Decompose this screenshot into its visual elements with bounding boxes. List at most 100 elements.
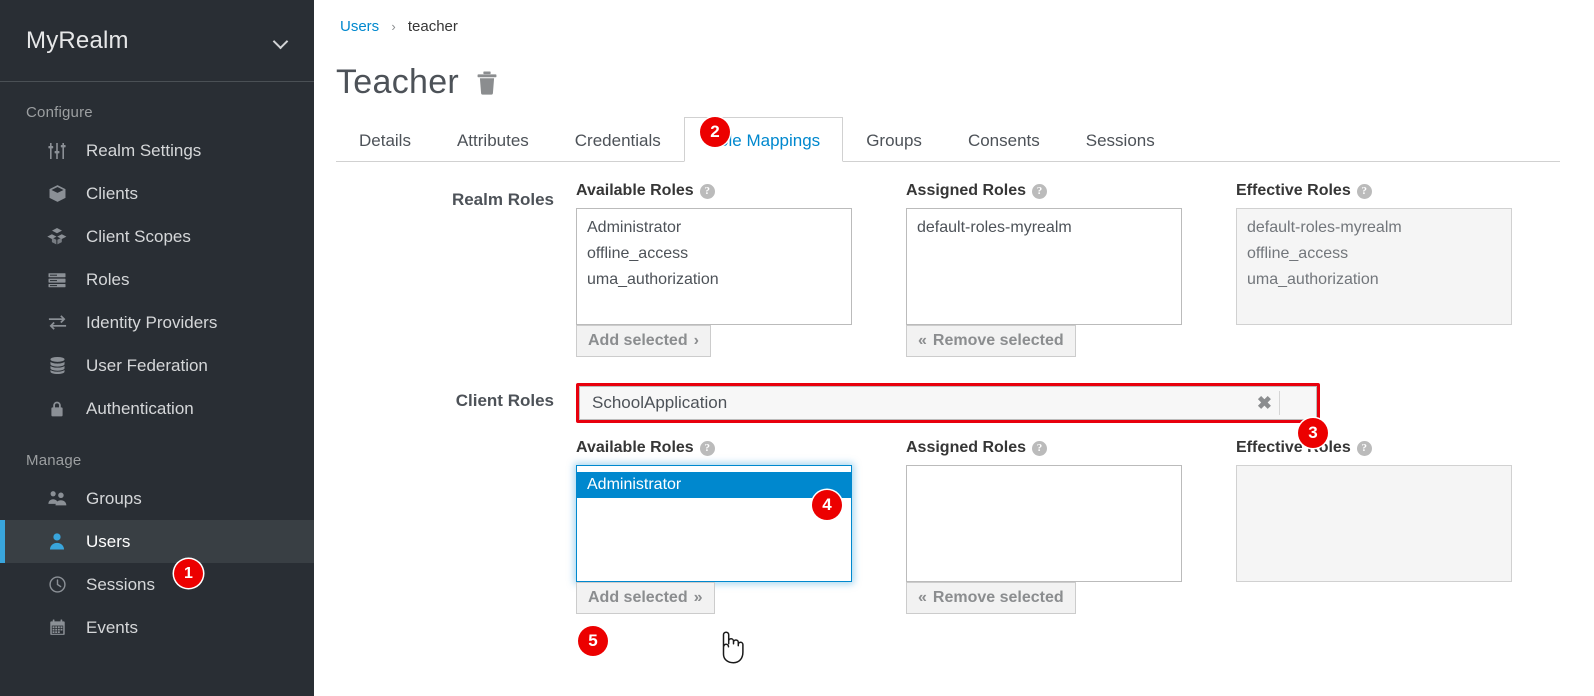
button-label: Remove selected	[932, 589, 1064, 606]
client-assigned-roles-list[interactable]	[906, 465, 1182, 582]
annotation-badge-3: 3	[1298, 418, 1328, 448]
annotation-badge-5: 5	[578, 626, 608, 656]
heading-text: Effective Roles	[1236, 439, 1351, 456]
nav-section-configure: Configure	[26, 104, 93, 121]
annotation-badge-4: 4	[812, 490, 842, 520]
tab-bar: Details Attributes Credentials Role Mapp…	[336, 116, 1560, 162]
tab-consents[interactable]: Consents	[945, 117, 1063, 162]
list-item: default-roles-myrealm	[1247, 219, 1402, 236]
sidebar-item-user-federation[interactable]: User Federation	[0, 344, 314, 387]
help-circle-icon[interactable]: ?	[1032, 183, 1048, 199]
chevron-double-left-icon: «	[918, 332, 927, 349]
sidebar-item-users[interactable]: Users	[0, 520, 314, 563]
heading-text: Available Roles	[576, 439, 694, 456]
client-available-roles-list[interactable]: Administrator	[576, 465, 852, 582]
realm-available-roles-column: Available Roles ? Administrator offline_…	[576, 182, 852, 357]
sidebar-item-groups[interactable]: Groups	[0, 477, 314, 520]
button-label: Remove selected	[932, 332, 1064, 349]
help-circle-icon[interactable]: ?	[699, 183, 715, 199]
annotation-badge-2: 2	[700, 117, 730, 147]
list-bars-icon	[46, 269, 68, 291]
realm-switcher[interactable]: MyRealm	[0, 0, 314, 82]
client-effective-roles-list	[1236, 465, 1512, 582]
sidebar-item-label: Sessions	[86, 574, 155, 594]
sliders-icon	[46, 140, 68, 162]
chevron-double-right-icon: »	[693, 589, 703, 606]
sidebar-item-authentication[interactable]: Authentication	[0, 387, 314, 430]
realm-effective-roles-heading: Effective Roles ?	[1236, 182, 1512, 200]
tab-credentials[interactable]: Credentials	[552, 117, 684, 162]
client-add-selected-button[interactable]: Add selected »	[576, 582, 715, 614]
heading-text: Assigned Roles	[906, 182, 1027, 199]
sidebar-item-clients[interactable]: Clients	[0, 172, 314, 215]
realm-assigned-roles-list[interactable]: default-roles-myrealm	[906, 208, 1182, 325]
realm-effective-roles-column: Effective Roles ? default-roles-myrealm …	[1236, 182, 1512, 325]
client-available-roles-heading: Available Roles ?	[576, 439, 852, 457]
help-circle-icon[interactable]: ?	[1356, 440, 1372, 456]
heading-text: Effective Roles	[1236, 182, 1351, 199]
chevron-down-icon[interactable]	[274, 33, 290, 49]
sidebar-item-client-scopes[interactable]: Client Scopes	[0, 215, 314, 258]
list-item: uma_authorization	[1247, 271, 1379, 288]
help-circle-icon[interactable]: ?	[699, 440, 715, 456]
trash-icon[interactable]	[475, 70, 499, 96]
clear-selection-icon[interactable]: ✖	[1257, 394, 1272, 412]
tab-attributes[interactable]: Attributes	[434, 117, 552, 162]
client-roles-select-row: Client Roles SchoolApplication ✖	[314, 383, 1594, 423]
lock-icon	[46, 398, 68, 420]
client-roles-row: Available Roles ? Administrator Add sele…	[314, 439, 1594, 614]
sidebar-item-label: Realm Settings	[86, 140, 202, 160]
help-circle-icon[interactable]: ?	[1032, 440, 1048, 456]
keycloak-admin-console: MyRealm Configure Realm Settings Clients	[0, 0, 1594, 696]
sidebar-item-realm-settings[interactable]: Realm Settings	[0, 129, 314, 172]
sidebar-item-label: Events	[86, 617, 138, 637]
sidebar-item-label: Users	[86, 531, 131, 551]
client-roles-select[interactable]: SchoolApplication ✖	[579, 386, 1317, 420]
users-group-icon	[46, 488, 68, 510]
main-content: Users › teacher Teacher Details Attribut…	[314, 0, 1594, 696]
breadcrumb: Users › teacher	[314, 0, 1594, 35]
tab-details[interactable]: Details	[336, 117, 434, 162]
tab-sessions[interactable]: Sessions	[1063, 117, 1178, 162]
sidebar-item-label: Client Scopes	[86, 226, 191, 246]
sidebar-item-roles[interactable]: Roles	[0, 258, 314, 301]
chevron-double-left-icon: «	[918, 589, 927, 606]
help-circle-icon[interactable]: ?	[1356, 183, 1372, 199]
sidebar-item-events[interactable]: Events	[0, 606, 314, 649]
sidebar-item-label: Identity Providers	[86, 312, 218, 332]
client-assigned-roles-heading: Assigned Roles ?	[906, 439, 1182, 457]
client-roles-spacer	[314, 439, 576, 447]
realm-available-roles-list[interactable]: Administrator offline_access uma_authori…	[576, 208, 852, 325]
list-item[interactable]: uma_authorization	[577, 267, 851, 293]
heading-text: Available Roles	[576, 182, 694, 199]
heading-text: Assigned Roles	[906, 439, 1027, 456]
breadcrumb-current: teacher	[407, 18, 458, 35]
mouse-cursor-pointer	[714, 629, 748, 672]
sidebar-item-label: User Federation	[86, 355, 208, 375]
realm-assigned-roles-column: Assigned Roles ? default-roles-myrealm «…	[906, 182, 1182, 357]
chevron-right-icon: ›	[693, 332, 699, 349]
list-item: offline_access	[1247, 245, 1349, 262]
page-title: Teacher	[336, 63, 460, 101]
list-item[interactable]: default-roles-myrealm	[907, 215, 1181, 241]
tab-groups[interactable]: Groups	[843, 117, 945, 162]
realm-remove-selected-button[interactable]: « Remove selected	[906, 325, 1076, 357]
breadcrumb-link-users[interactable]: Users	[340, 18, 379, 35]
client-assigned-roles-column: Assigned Roles ? « Remove selected	[906, 439, 1182, 614]
list-item[interactable]: Administrator	[577, 472, 851, 498]
sidebar-item-identity-providers[interactable]: Identity Providers	[0, 301, 314, 344]
button-label: Add selected	[588, 332, 688, 349]
sidebar-item-sessions[interactable]: Sessions	[0, 563, 314, 606]
cube-icon	[46, 183, 68, 205]
button-label: Add selected	[588, 589, 688, 606]
page-header: Teacher	[314, 35, 1594, 102]
user-icon	[46, 531, 68, 553]
list-item[interactable]: Administrator	[577, 215, 851, 241]
client-remove-selected-button[interactable]: « Remove selected	[906, 582, 1076, 614]
role-mappings-form: Realm Roles Available Roles ? Administra…	[314, 182, 1594, 614]
list-item[interactable]: offline_access	[577, 241, 851, 267]
realm-roles-label: Realm Roles	[451, 190, 554, 209]
realm-effective-roles-list: default-roles-myrealm offline_access uma…	[1236, 208, 1512, 325]
calendar-icon	[46, 617, 68, 639]
realm-add-selected-button[interactable]: Add selected ›	[576, 325, 711, 357]
